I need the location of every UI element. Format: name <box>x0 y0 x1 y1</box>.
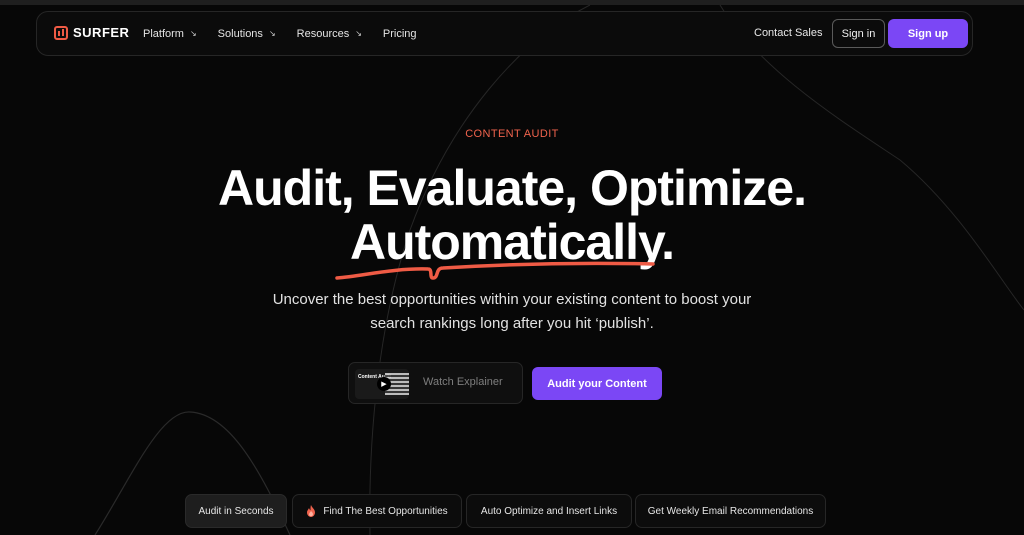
menu-item-platform[interactable]: Platform ↘ <box>143 28 197 40</box>
menu-item-label: Resources <box>296 27 350 40</box>
tab-audit-in-seconds[interactable]: Audit in Seconds <box>185 494 287 528</box>
audit-content-button[interactable]: Audit your Content <box>532 367 662 400</box>
menu-item-label: Platform <box>143 27 184 40</box>
video-thumbnail: Content Audit ▶ <box>355 369 409 399</box>
menu-item-solutions[interactable]: Solutions ↘ <box>218 28 276 40</box>
watch-explainer-button[interactable]: Content Audit ▶ Watch Explainer <box>348 362 523 404</box>
dropdown-arrow-icon: ↘ <box>189 29 197 38</box>
hero-subtitle-line-2: search rankings long after you hit ‘publ… <box>370 315 654 332</box>
tab-label: Auto Optimize and Insert Links <box>480 505 618 517</box>
tab-auto-optimize[interactable]: Auto Optimize and Insert Links <box>466 494 632 528</box>
top-navigation-bar: SURFER Platform ↘ Solutions ↘ Resources … <box>36 11 973 56</box>
tab-label: Get Weekly Email Recommendations <box>647 505 814 517</box>
brand-name: SURFER <box>73 25 130 40</box>
dropdown-arrow-icon: ↘ <box>355 29 362 38</box>
sign-up-button[interactable]: Sign up <box>888 19 968 48</box>
section-eyebrow: CONTENT AUDIT <box>465 128 559 140</box>
browser-top-strip <box>0 0 1024 5</box>
hero-headline-line-1: Audit, Evaluate, Optimize. <box>218 160 807 216</box>
play-icon: ▶ <box>377 377 391 391</box>
fire-icon <box>307 505 316 517</box>
tab-label: Audit in Seconds <box>198 505 274 517</box>
contact-sales-link[interactable]: Contact Sales <box>754 27 822 39</box>
menu-item-pricing[interactable]: Pricing <box>383 28 417 40</box>
surfer-logo[interactable]: SURFER <box>54 25 129 40</box>
underline-squiggle <box>335 261 655 280</box>
main-menu: Platform ↘ Solutions ↘ Resources ↘ Prici… <box>143 12 438 55</box>
dropdown-arrow-icon: ↘ <box>268 29 276 38</box>
tab-find-best-opportunities[interactable]: Find The Best Opportunities <box>292 494 462 528</box>
tab-weekly-email[interactable]: Get Weekly Email Recommendations <box>635 494 826 528</box>
sign-in-button[interactable]: Sign in <box>832 19 885 48</box>
menu-item-label: Pricing <box>382 27 417 40</box>
tab-label: Find The Best Opportunities <box>323 505 448 517</box>
watch-explainer-label: Watch Explainer <box>423 376 503 388</box>
hero-subtitle-line-1: Uncover the best opportunities within yo… <box>272 291 752 308</box>
menu-item-label: Solutions <box>217 27 263 40</box>
surfer-logo-icon <box>54 25 68 40</box>
menu-item-resources[interactable]: Resources ↘ <box>297 28 362 40</box>
